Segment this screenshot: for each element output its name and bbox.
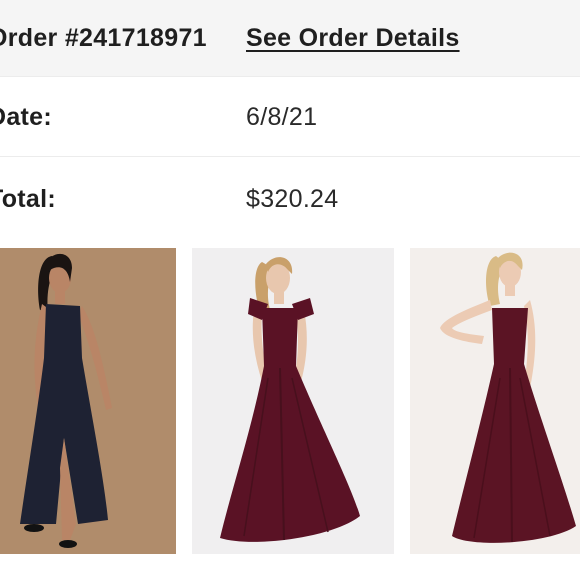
order-date-row: Date: 6/8/21: [0, 76, 580, 156]
order-total-row: Total: $320.24: [0, 156, 580, 238]
product-photos: [0, 248, 580, 554]
date-value: 6/8/21: [246, 103, 318, 131]
order-header-row: Order #241718971 See Order Details: [0, 0, 580, 76]
order-number: Order #241718971: [0, 24, 207, 52]
burgundy-off-shoulder-maxi-dress-photo[interactable]: [192, 248, 394, 554]
burgundy-strappy-maxi-dress-photo[interactable]: [410, 248, 580, 554]
date-label: Date:: [0, 103, 53, 131]
navy-lace-up-maxi-dress-photo[interactable]: [0, 248, 176, 554]
see-order-details-link[interactable]: See Order Details: [246, 24, 460, 53]
total-label: Total:: [0, 185, 56, 213]
total-value: $320.24: [246, 185, 339, 213]
